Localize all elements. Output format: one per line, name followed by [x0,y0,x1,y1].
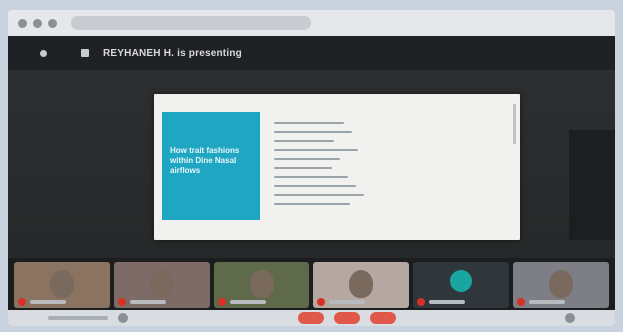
side-panel [569,130,615,240]
camera-toggle-button[interactable] [369,312,396,324]
mic-off-icon [417,298,426,306]
mic-off-icon [217,298,226,306]
participant-tile[interactable] [113,262,210,308]
end-call-button[interactable] [333,312,360,324]
mic-off-icon [317,298,326,306]
slide-title-panel: How trait fashions within Dine Nasal air… [162,112,260,220]
participant-name [429,300,466,304]
participant-video [249,270,274,298]
slide-scrollbar[interactable] [513,104,516,144]
address-bar[interactable] [71,16,311,30]
presenting-text: is presenting [177,47,242,59]
participant-name [229,300,266,304]
participant-tile[interactable] [213,262,310,308]
meeting-header: REYHANEH H. is presenting [8,36,615,70]
slide-bullet [274,158,340,160]
participant-name-tag [217,298,266,306]
participant-tile[interactable] [14,262,110,308]
participant-name-tag [317,298,366,306]
reload-icon[interactable] [48,18,57,28]
pin-icon[interactable] [81,49,89,57]
slide-bullet [274,131,352,133]
slide-bullet [274,122,344,124]
participant-video [149,270,174,298]
mic-off-icon [117,298,126,306]
presentation-stage: How trait fashions within Dine Nasal air… [8,70,615,258]
participant-video [549,270,574,298]
control-bar [8,310,615,326]
record-indicator [40,49,47,57]
slide-bullet [274,185,356,187]
slide-title: How trait fashions within Dine Nasal air… [170,146,240,175]
monitor-screen: REYHANEH H. is presenting How trait fash… [8,10,615,326]
mic-off-icon [18,298,26,306]
back-icon[interactable] [18,18,27,28]
slide-bullet [274,194,364,196]
participant-name-tag [417,298,466,306]
participant-video [349,270,374,298]
captions-icon[interactable] [118,313,128,323]
mic-off-icon [517,298,526,306]
participant-tile[interactable] [413,262,510,308]
participant-name [529,300,566,304]
participant-video [49,270,74,298]
slide-bullet-list [274,122,384,212]
slide-bullet [274,149,358,151]
slide-bullet [274,176,348,178]
slide-bullet [274,167,332,169]
avatar [450,270,473,292]
presenter-name: REYHANEH H. [103,47,175,59]
shared-slide: How trait fashions within Dine Nasal air… [154,94,520,240]
slide-bullet [274,203,350,205]
browser-toolbar [8,10,615,36]
participant-strip [8,258,615,310]
participant-tile[interactable] [513,262,609,308]
mic-toggle-button[interactable] [297,312,324,324]
slide-bullet [274,140,334,142]
meeting-details-button[interactable] [48,316,108,320]
record-icon [40,49,47,57]
participant-name [329,300,366,304]
participant-tile[interactable] [313,262,410,308]
participant-name-tag [117,298,166,306]
presenting-label: REYHANEH H. is presenting [103,48,242,59]
more-options-icon[interactable] [565,313,575,323]
participant-name [129,300,166,304]
forward-icon[interactable] [33,18,42,28]
participant-name-tag [517,298,566,306]
participant-name-tag [18,298,66,306]
participant-name [30,300,66,304]
